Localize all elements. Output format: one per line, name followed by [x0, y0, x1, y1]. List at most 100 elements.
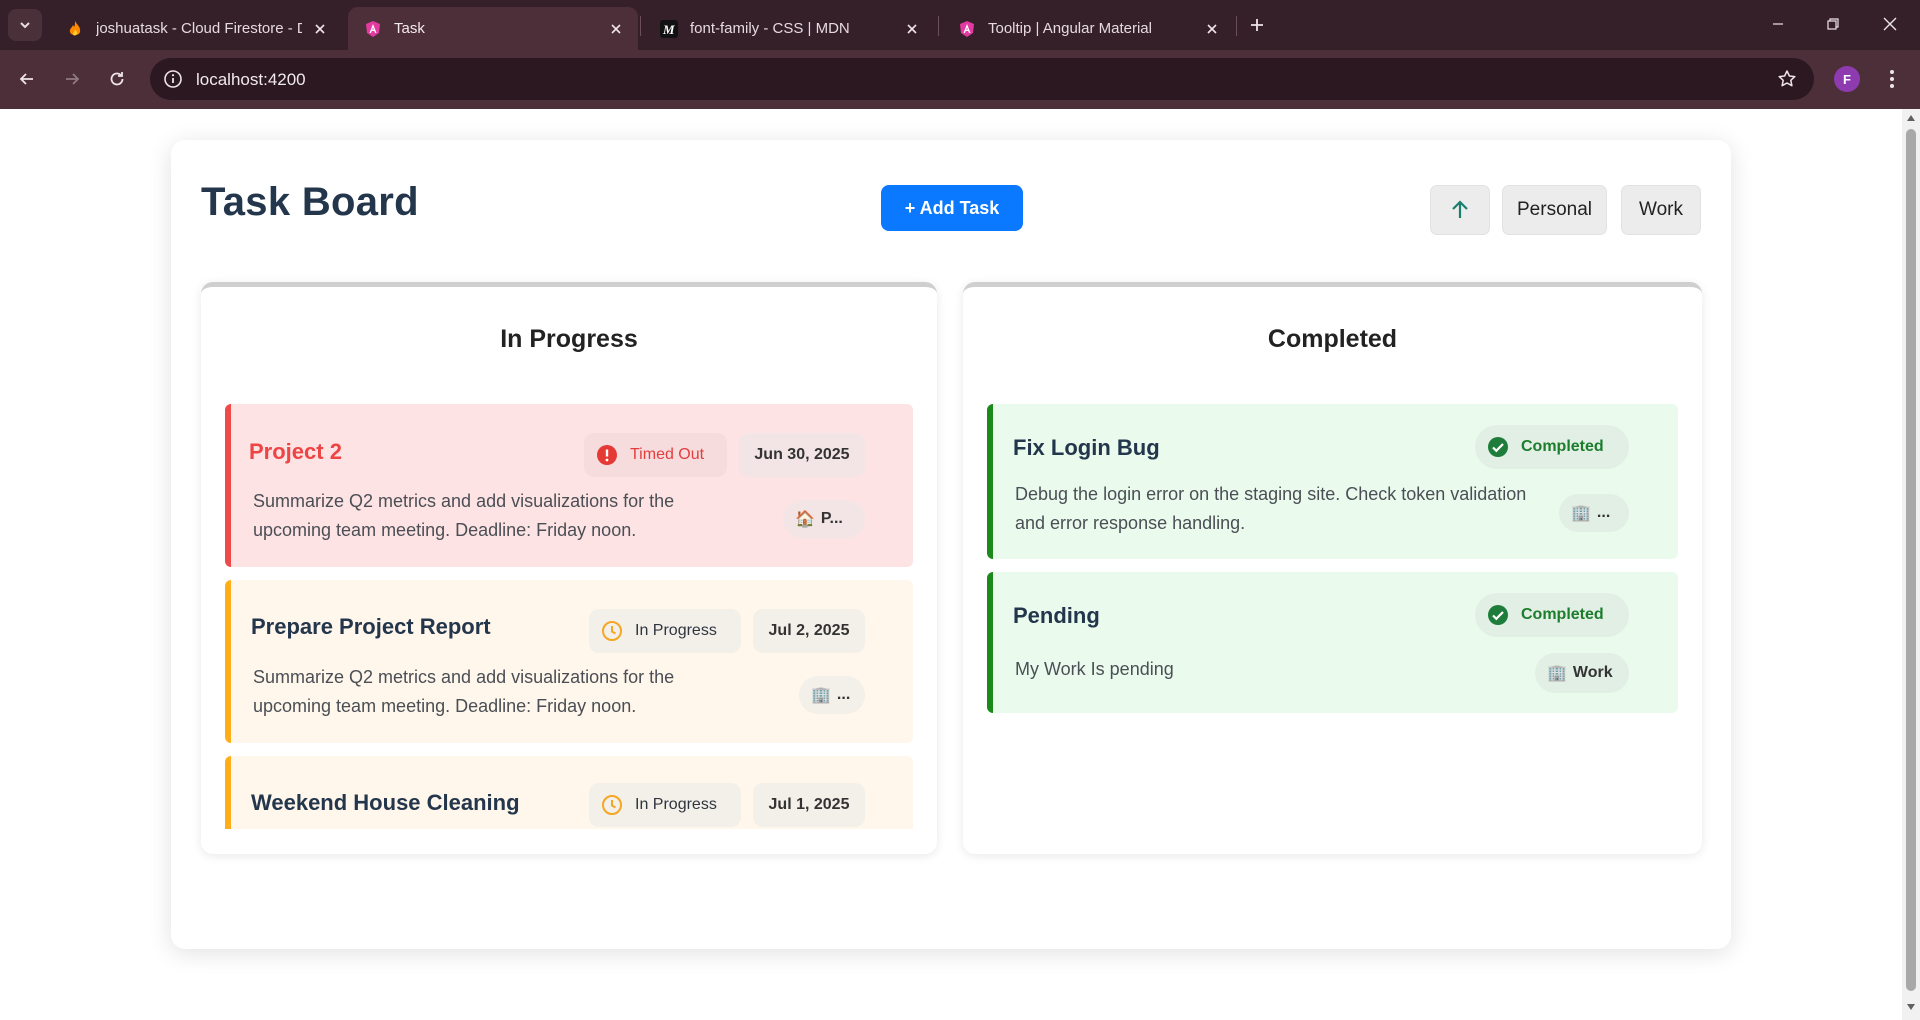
reload-icon — [110, 72, 124, 86]
category-text: ... — [836, 686, 851, 703]
address-bar[interactable]: localhost:4200 — [150, 58, 1814, 100]
more-vert-icon — [1890, 70, 1894, 88]
status-badge: In Progress — [589, 783, 741, 827]
add-task-button[interactable]: + Add Task — [881, 185, 1023, 231]
browser-toolbar: localhost:4200 F — [0, 50, 1920, 109]
category-text: Work — [1572, 664, 1613, 681]
close-icon — [1883, 17, 1897, 31]
scroll-down-arrow-icon[interactable] — [1906, 1002, 1916, 1012]
sort-button[interactable] — [1430, 185, 1490, 235]
column-in-progress: In Progress Project 2 Timed Out Jun 30, … — [201, 282, 937, 854]
clock-icon — [601, 620, 623, 642]
task-description: My Work Is pending — [1015, 659, 1174, 679]
task-title: Prepare Project Report — [251, 614, 491, 639]
arrow-up-icon — [1452, 200, 1468, 218]
tab-title: font-family - CSS | MDN — [690, 20, 850, 37]
task-title: Weekend House Cleaning — [251, 790, 520, 815]
page-viewport: Task Board + Add Task Personal Work In P… — [0, 109, 1902, 1020]
due-date-badge: Jul 1, 2025 — [753, 783, 865, 827]
tab-mdn[interactable]: M font-family - CSS | MDN — [644, 7, 934, 50]
task-card[interactable]: Fix Login Bug Completed Debug the login … — [987, 404, 1678, 559]
svg-text:M: M — [662, 22, 675, 37]
column-title: Completed — [1267, 325, 1398, 353]
category-badge: 🏢 Work — [1535, 653, 1629, 693]
due-date-badge: Jun 30, 2025 — [739, 433, 865, 477]
task-card[interactable]: Prepare Project Report In Progress Jul 2… — [225, 580, 913, 743]
filter-work-button[interactable]: Work — [1621, 185, 1701, 235]
category-text: P... — [820, 510, 843, 527]
category-badge: 🏠 P... — [783, 500, 865, 538]
task-description: Debug the login error on the staging sit… — [1015, 484, 1527, 533]
status-badge: Completed — [1475, 593, 1629, 637]
page-scrollbar[interactable] — [1902, 109, 1920, 1020]
back-button[interactable] — [11, 63, 43, 95]
card-list: Project 2 Timed Out Jun 30, 2025 Summari… — [225, 404, 913, 829]
close-icon[interactable] — [902, 19, 922, 39]
task-card[interactable]: Pending Completed My Work Is pending 🏢 W… — [987, 572, 1678, 713]
clock-icon — [601, 794, 623, 816]
category-text: ... — [1596, 504, 1611, 521]
status-text: In Progress — [635, 622, 717, 639]
tab-search-button[interactable] — [8, 9, 42, 41]
column-completed: Completed Fix Login Bug Completed Debug … — [963, 282, 1702, 854]
angular-icon — [958, 20, 976, 38]
task-card[interactable]: Project 2 Timed Out Jun 30, 2025 Summari… — [225, 404, 913, 567]
close-icon[interactable] — [310, 19, 330, 39]
status-text: Timed Out — [630, 446, 705, 463]
check-circle-icon — [1487, 436, 1509, 458]
tab-divider — [938, 16, 939, 36]
error-icon — [596, 444, 618, 466]
task-title: Pending — [1013, 603, 1100, 628]
tab-angular-material[interactable]: Tooltip | Angular Material — [942, 7, 1234, 50]
forward-button[interactable] — [56, 63, 88, 95]
check-circle-icon — [1487, 604, 1509, 626]
firebase-icon — [66, 20, 84, 38]
task-description: Summarize Q2 metrics and add visualizati… — [253, 491, 675, 540]
minimize-button[interactable] — [1760, 10, 1796, 38]
url-text: localhost:4200 — [196, 70, 306, 89]
category-badge: 🏢 ... — [1559, 494, 1629, 532]
tab-title: joshuatask - Cloud Firestore - D — [96, 20, 302, 37]
chevron-down-icon — [20, 22, 30, 29]
status-text: Completed — [1521, 606, 1604, 623]
status-text: In Progress — [635, 796, 717, 813]
restore-button[interactable] — [1815, 10, 1851, 38]
close-window-button[interactable] — [1872, 10, 1908, 38]
mdn-icon: M — [660, 19, 678, 38]
filter-personal-button[interactable]: Personal — [1502, 185, 1607, 235]
status-badge: In Progress — [589, 609, 741, 653]
tab-firestore[interactable]: joshuatask - Cloud Firestore - D — [50, 7, 342, 50]
minimize-icon — [1773, 23, 1783, 25]
scrollbar-thumb[interactable] — [1906, 129, 1916, 991]
bookmark-star-icon[interactable] — [1776, 68, 1798, 90]
site-info-icon[interactable] — [162, 68, 184, 90]
tab-title: Tooltip | Angular Material — [988, 20, 1152, 37]
arrow-right-icon — [66, 73, 80, 85]
browser-menu-button[interactable] — [1878, 64, 1906, 94]
reload-button[interactable] — [101, 63, 133, 95]
browser-tab-strip: joshuatask - Cloud Firestore - D Task M … — [0, 0, 1920, 50]
office-building-icon: 🏢 — [1571, 505, 1591, 522]
new-tab-button[interactable] — [1244, 12, 1270, 38]
tab-divider — [640, 16, 641, 36]
task-title: Project 2 — [249, 439, 342, 464]
task-board: Task Board + Add Task Personal Work In P… — [171, 140, 1731, 949]
profile-avatar[interactable]: F — [1834, 66, 1860, 92]
task-description: Summarize Q2 metrics and add visualizati… — [253, 667, 675, 716]
close-icon[interactable] — [1202, 19, 1222, 39]
category-badge: 🏢 ... — [799, 676, 865, 714]
arrow-left-icon — [19, 73, 33, 85]
close-icon[interactable] — [606, 19, 626, 39]
column-title: In Progress — [500, 325, 638, 353]
due-date-badge: Jul 2, 2025 — [753, 609, 865, 653]
office-building-icon: 🏢 — [811, 687, 831, 704]
page-title: Task Board — [201, 180, 419, 224]
status-badge: Completed — [1475, 425, 1629, 469]
office-building-icon: 🏢 — [1547, 665, 1567, 682]
angular-icon — [364, 20, 382, 38]
scroll-up-arrow-icon[interactable] — [1906, 113, 1916, 123]
task-card[interactable]: Weekend House Cleaning In Progress Jul 1… — [225, 756, 913, 829]
tab-task[interactable]: Task — [348, 7, 638, 50]
tab-divider — [1236, 16, 1237, 36]
card-list: Fix Login Bug Completed Debug the login … — [987, 404, 1678, 829]
